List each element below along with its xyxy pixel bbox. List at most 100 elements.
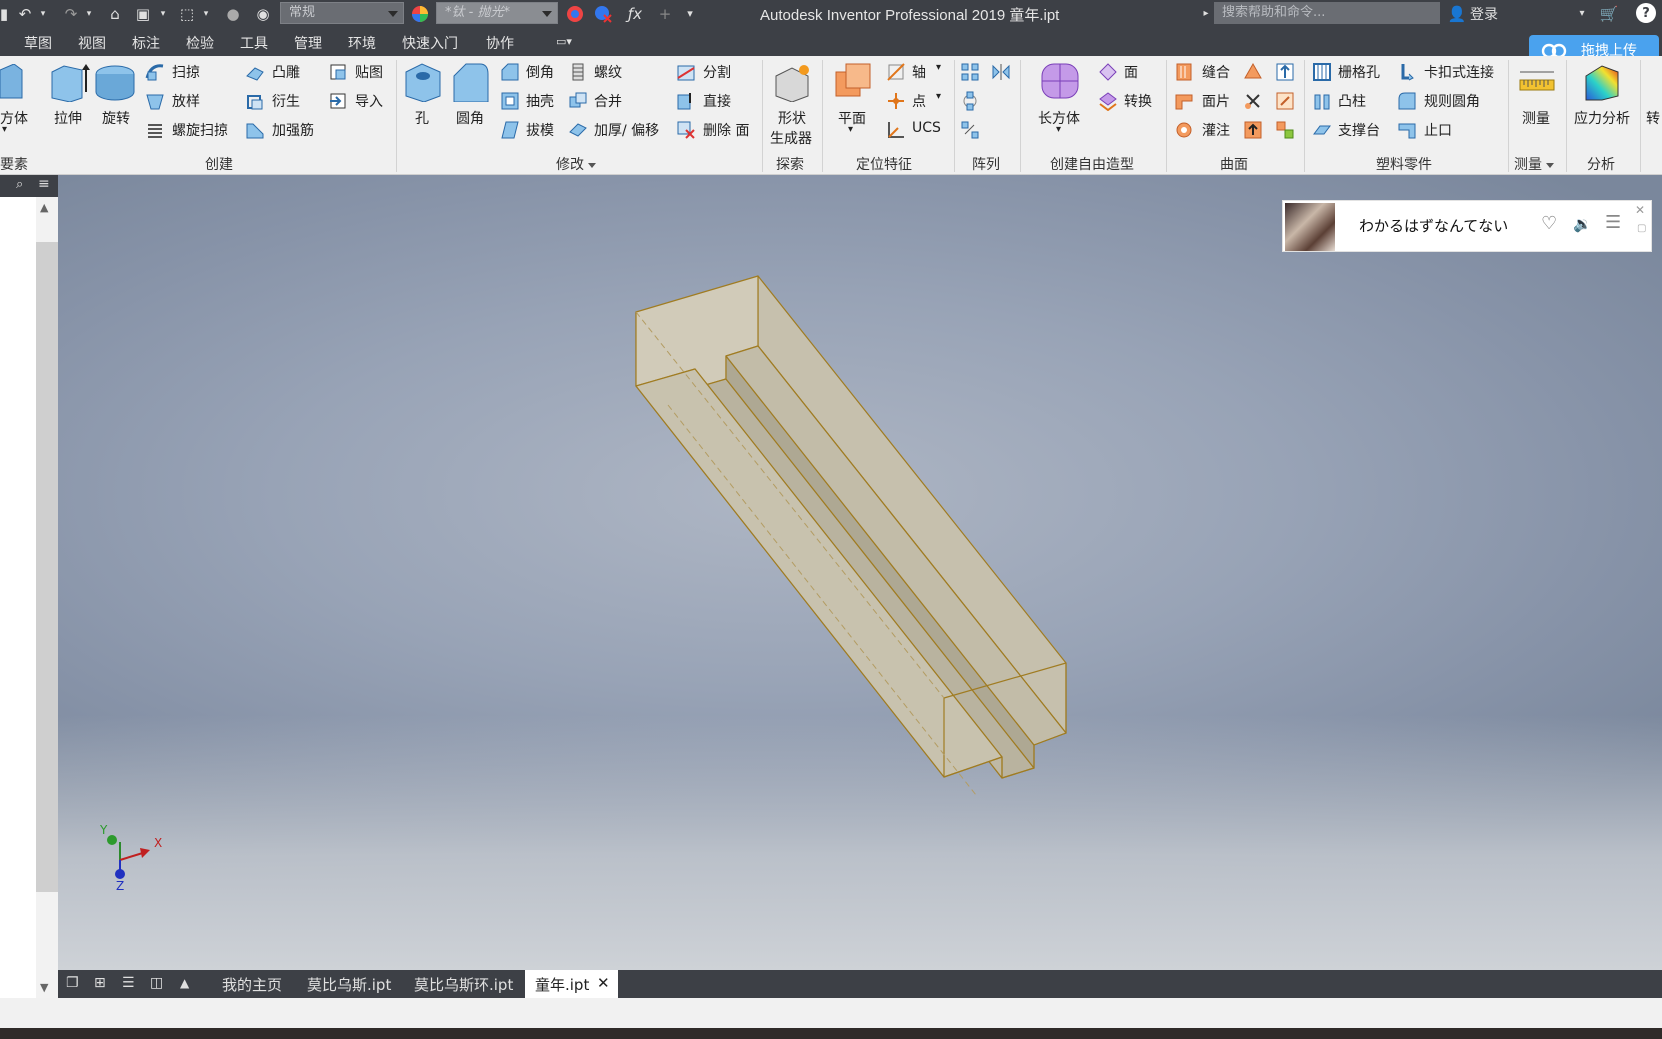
convert-overflow-button[interactable]: 转 [1646, 108, 1660, 128]
heart-icon[interactable]: ♡ [1541, 213, 1557, 234]
hole-button[interactable]: 孔 [415, 108, 429, 128]
rest-button[interactable]: 支撑台 [1338, 120, 1380, 140]
boss-button[interactable]: 凸柱 [1338, 91, 1366, 111]
revolve-button[interactable]: 旋转 [102, 108, 130, 128]
direct-edit-button[interactable]: 直接 [703, 91, 731, 111]
undo-icon[interactable]: ↶ [14, 4, 36, 23]
box-dropdown-icon[interactable]: ▾ [2, 124, 7, 135]
user-icon[interactable]: 👤 [1448, 4, 1467, 23]
tab-get-started[interactable]: 快速入门 [402, 33, 458, 53]
appearance-icon[interactable]: ◉ [252, 4, 274, 23]
sculpt-button[interactable]: 灌注 [1202, 120, 1230, 140]
grill-button[interactable]: 栅格孔 [1338, 62, 1380, 82]
browser-menu-icon[interactable]: ≡ [38, 176, 50, 192]
shapes-icon[interactable]: ● [222, 4, 244, 23]
open-documents-icon[interactable]: ▲ [180, 976, 189, 990]
shell-button[interactable]: 抽壳 [526, 91, 554, 111]
scroll-down-icon[interactable]: ▼ [40, 981, 48, 994]
coil-button[interactable]: 螺旋扫掠 [172, 120, 228, 140]
volume-icon[interactable]: 🔉 [1573, 215, 1592, 233]
doc-tab-mobius[interactable]: 莫比乌斯.ipt [307, 974, 391, 995]
axis-dropdown-icon[interactable]: ▾ [936, 62, 941, 73]
horizontal-tile-icon[interactable]: ☰ [122, 975, 135, 991]
browser-search-icon[interactable]: ⌕ [16, 177, 23, 192]
freeform-box-dropdown-icon[interactable]: ▾ [1056, 124, 1061, 135]
delete-face-button[interactable]: 删除 面 [703, 120, 749, 140]
point-dropdown-icon[interactable]: ▾ [936, 91, 941, 102]
rib-button[interactable]: 加强筋 [272, 120, 314, 140]
help-icon[interactable]: ? [1636, 3, 1656, 23]
split-button[interactable]: 分割 [703, 62, 731, 82]
stress-analysis-button[interactable]: 应力分析 [1574, 108, 1630, 128]
derive-button[interactable]: 衍生 [272, 91, 300, 111]
tab-tools[interactable]: 工具 [240, 33, 268, 53]
snap-fit-button[interactable]: 卡扣式连接 [1424, 62, 1494, 82]
doc-tab-home[interactable]: 我的主页 [222, 974, 282, 995]
emboss-button[interactable]: 凸雕 [272, 62, 300, 82]
close-tab-icon[interactable]: ✕ [597, 974, 610, 992]
material-combo[interactable]: *钛 - 抛光* [436, 2, 558, 24]
redo-dropdown-icon[interactable]: ▾ [84, 4, 94, 23]
part-model[interactable] [58, 175, 1662, 970]
loft-button[interactable]: 放样 [172, 91, 200, 111]
patch-button[interactable]: 面片 [1202, 91, 1230, 111]
album-cover[interactable] [1285, 203, 1335, 251]
help-search-input[interactable]: 搜索帮助和命令... [1214, 2, 1440, 24]
select-icon[interactable]: ⬚ [176, 4, 198, 23]
tab-environments[interactable]: 环境 [348, 33, 376, 53]
chamfer-button[interactable]: 倒角 [526, 62, 554, 82]
rule-fillet-button[interactable]: 规则圆角 [1424, 91, 1480, 111]
close-icon[interactable]: ✕ [1635, 203, 1645, 217]
tab-inspect[interactable]: 检验 [186, 33, 214, 53]
parameters-icon[interactable]: ƒx [624, 4, 646, 23]
redo-icon[interactable]: ↷ [60, 4, 82, 23]
graphics-window[interactable]: Y X Z [58, 175, 1662, 970]
plane-dropdown-icon[interactable]: ▾ [848, 124, 853, 135]
style-combo[interactable]: 常规 [280, 2, 404, 24]
stitch-button[interactable]: 缝合 [1202, 62, 1230, 82]
app-menu-icon[interactable]: ▮ [0, 4, 8, 23]
save-dropdown-icon[interactable]: ▾ [158, 4, 168, 23]
modify-group-label[interactable]: 修改 [556, 154, 596, 174]
home-icon[interactable]: ⌂ [104, 4, 126, 23]
doc-tab-mobius-ring[interactable]: 莫比乌斯环.ipt [414, 974, 513, 995]
cart-icon[interactable]: 🛒 [1598, 4, 1620, 23]
sweep-button[interactable]: 扫掠 [172, 62, 200, 82]
login-link[interactable]: 登录 [1470, 4, 1498, 24]
tab-sketch[interactable]: 草图 [24, 33, 52, 53]
tab-annotate[interactable]: 标注 [132, 33, 160, 53]
import-button[interactable]: 导入 [355, 91, 383, 111]
freeform-face-button[interactable]: 面 [1124, 62, 1138, 82]
axis-button[interactable]: 轴 [912, 62, 926, 82]
color-wheel-icon[interactable] [410, 4, 430, 23]
save-icon[interactable]: ▣ [132, 4, 154, 23]
vertical-tile-icon[interactable]: ◫ [150, 975, 163, 991]
scroll-up-icon[interactable]: ▲ [40, 201, 48, 214]
tile-icon[interactable]: ⊞ [94, 975, 106, 991]
thicken-button[interactable]: 加厚/ 偏移 [594, 120, 659, 140]
ucs-button[interactable]: UCS [912, 120, 941, 136]
cascade-icon[interactable]: ❐ [66, 975, 79, 991]
doc-tab-active[interactable]: 童年.ipt ✕ [525, 970, 618, 998]
extrude-button[interactable]: 拉伸 [54, 108, 82, 128]
music-widget[interactable]: わかるはずなんてない ♡ 🔉 ☰ ✕ ▢ [1282, 200, 1652, 252]
convert-button[interactable]: 转换 [1124, 91, 1152, 111]
slot-right-wall-face[interactable] [725, 355, 1035, 769]
panel-options-icon[interactable]: ▭▾ [556, 35, 572, 48]
measure-group-label[interactable]: 测量 [1514, 154, 1554, 174]
measure-button[interactable]: 测量 [1522, 108, 1550, 128]
search-expand-icon[interactable]: ▸ [1200, 4, 1212, 23]
thread-button[interactable]: 螺纹 [594, 62, 622, 82]
undo-dropdown-icon[interactable]: ▾ [38, 4, 48, 23]
tab-manage[interactable]: 管理 [294, 33, 322, 53]
tab-view[interactable]: 视图 [78, 33, 106, 53]
account-dropdown-icon[interactable]: ▾ [1576, 4, 1588, 23]
playlist-icon[interactable]: ☰ [1605, 212, 1621, 233]
combine-button[interactable]: 合并 [594, 91, 622, 111]
point-button[interactable]: 点 [912, 91, 926, 111]
decal-button[interactable]: 贴图 [355, 62, 383, 82]
select-dropdown-icon[interactable]: ▾ [201, 4, 211, 23]
tab-collaborate[interactable]: 协作 [486, 33, 514, 53]
add-icon[interactable]: + [654, 4, 676, 23]
customize-qat-icon[interactable]: ▾ [682, 4, 698, 23]
